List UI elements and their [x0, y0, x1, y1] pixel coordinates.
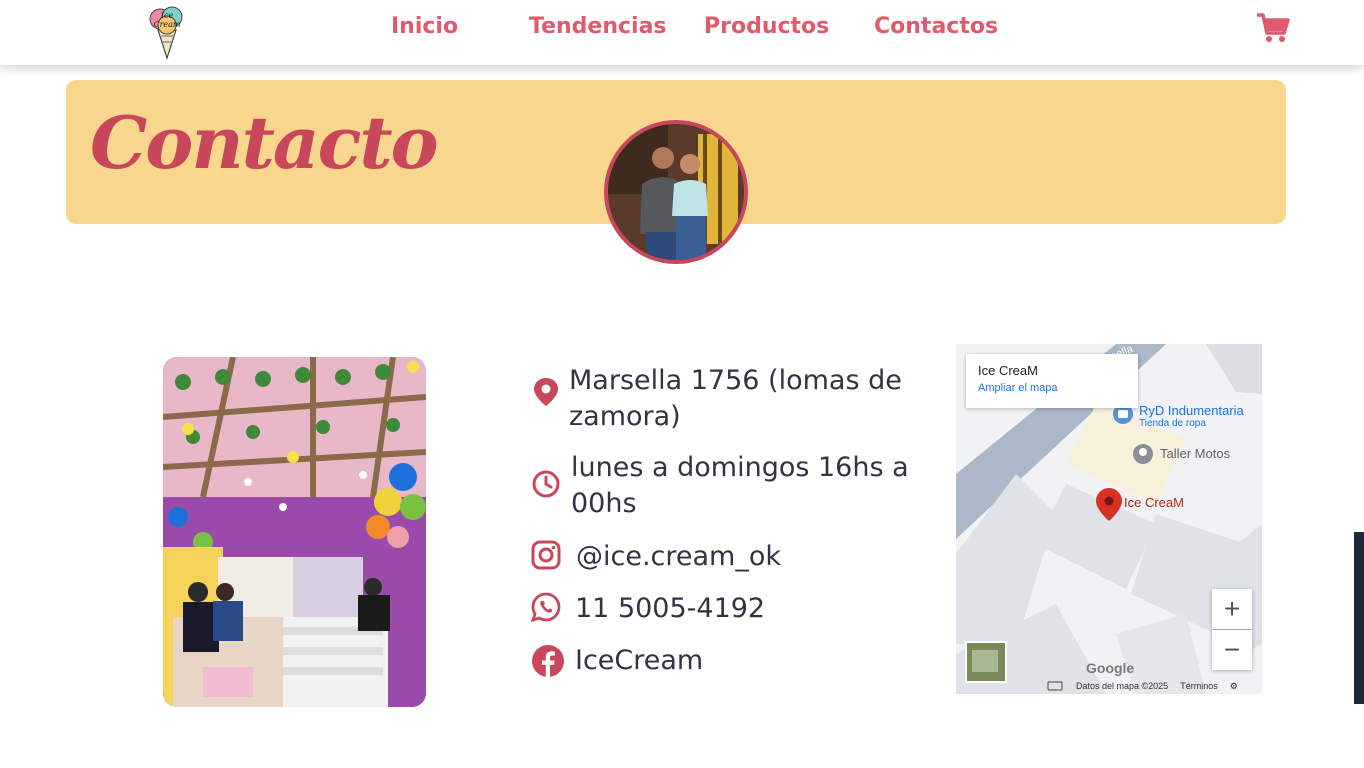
embedded-map[interactable]: arsella Google Ice CreaM Ampliar el mapa… [956, 344, 1262, 694]
shop-interior-photo [163, 357, 426, 707]
map-terms-link[interactable]: Términos [1180, 681, 1218, 692]
nav-link-tendencias[interactable]: Tendencias [529, 14, 667, 39]
side-panel-handle[interactable] [1354, 532, 1364, 704]
map-footer: Datos del mapa ©2025 Términos ⚙ [1048, 681, 1238, 692]
poi-ryd-name[interactable]: RyD Indumentaria [1139, 403, 1244, 418]
hours-row: lunes a domingos 16hs a 00hs [531, 450, 909, 522]
whatsapp-row[interactable]: 11 5005-4192 [531, 591, 765, 627]
ice-cream-logo[interactable]: Ice Cream [144, 4, 190, 60]
hours-line-2: 00hs [571, 488, 637, 519]
instagram-row[interactable]: @ice.cream_ok [531, 539, 781, 575]
facebook-name[interactable]: IceCream [575, 643, 703, 679]
map-enlarge-link[interactable]: Ampliar el mapa [978, 382, 1126, 394]
map-data-attribution: Datos del mapa ©2025 [1076, 681, 1169, 691]
map-card-title: Ice CreaM [978, 363, 1038, 378]
nav-link-inicio[interactable]: Inicio [391, 14, 458, 39]
svg-text:Ice: Ice [160, 11, 174, 20]
top-navbar: Ice Cream Inicio Tendencias Productos Co… [0, 0, 1364, 65]
owners-avatar [604, 120, 748, 264]
keyboard-icon[interactable] [1048, 681, 1064, 692]
facebook-icon[interactable] [531, 644, 565, 678]
address-line-2: zamora) [569, 401, 681, 432]
svg-text:Cream: Cream [153, 20, 180, 29]
map-settings-icon[interactable]: ⚙ [1230, 681, 1238, 692]
page-title: Contacto [90, 100, 439, 185]
map-zoom-in-button[interactable]: + [1212, 589, 1252, 629]
google-watermark: Google [1086, 660, 1134, 676]
clock-icon [532, 470, 560, 498]
address-line-1: Marsella 1756 (lomas de [569, 365, 902, 396]
poi-ice-cream[interactable]: Ice CreaM [1124, 495, 1184, 510]
instagram-icon[interactable] [531, 540, 561, 570]
poi-taller-motos[interactable]: Taller Motos [1160, 446, 1230, 461]
address-row: Marsella 1756 (lomas de zamora) [531, 363, 902, 435]
map-zoom-out-button[interactable]: − [1212, 630, 1252, 670]
hours-line-1: lunes a domingos 16hs a [571, 452, 909, 483]
whatsapp-number[interactable]: 11 5005-4192 [575, 591, 765, 627]
map-place-card: Ice CreaM Ampliar el mapa [966, 354, 1138, 408]
nav-link-contactos[interactable]: Contactos [874, 14, 998, 39]
facebook-row[interactable]: IceCream [531, 643, 703, 679]
nav-link-productos[interactable]: Productos [704, 14, 829, 39]
whatsapp-icon[interactable] [531, 592, 561, 622]
poi-ryd-type: Tienda de ropa [1139, 418, 1206, 429]
location-pin-icon [534, 378, 558, 406]
shopping-cart-icon[interactable] [1256, 12, 1290, 44]
instagram-handle[interactable]: @ice.cream_ok [576, 539, 781, 575]
